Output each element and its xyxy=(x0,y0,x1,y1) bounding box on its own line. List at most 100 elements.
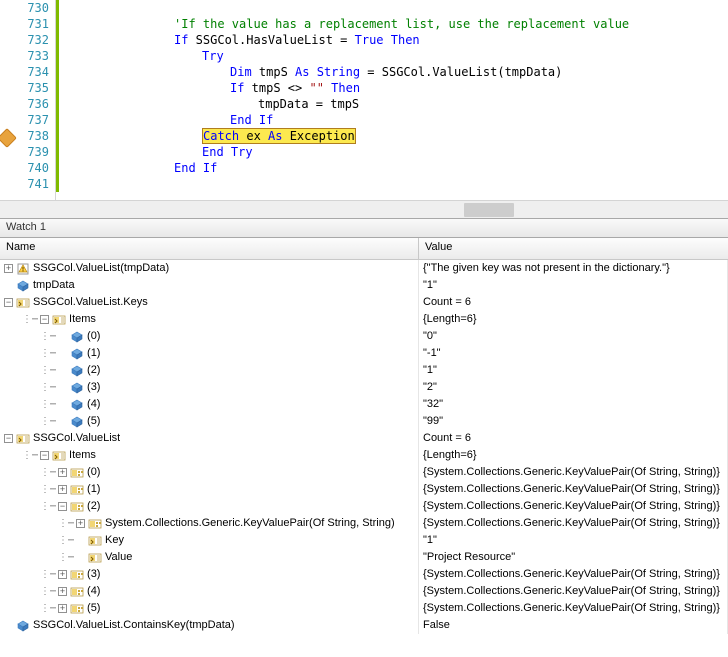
watch-name-cell[interactable]: ⋮⋯Value xyxy=(0,549,419,566)
watch-row[interactable]: ⋮⋯−Items{Length=6} xyxy=(0,311,728,328)
watch-name-cell[interactable]: ⋮⋯(2) xyxy=(0,362,419,379)
scrollbar-thumb[interactable] xyxy=(464,203,514,217)
watch-row[interactable]: ⋮⋯(2)"1" xyxy=(0,362,728,379)
watch-value-cell[interactable]: "1" xyxy=(419,532,728,549)
watch-value-cell[interactable]: "0" xyxy=(419,328,728,345)
watch-name-cell[interactable]: ⋮⋯(0) xyxy=(0,328,419,345)
code-line[interactable]: End Try xyxy=(202,144,253,160)
code-line[interactable]: Dim tmpS As String = SSGCol.ValueList(tm… xyxy=(230,64,562,80)
code-line[interactable]: If tmpS <> "" Then xyxy=(230,80,360,96)
watch-name-cell[interactable]: ⋮⋯+(1) xyxy=(0,481,419,498)
watch-row[interactable]: SSGCol.ValueList.ContainsKey(tmpData)Fal… xyxy=(0,617,728,634)
code-line[interactable]: If SSGCol.HasValueList = True Then xyxy=(174,32,420,48)
watch-name-cell[interactable]: ⋮⋯+(5) xyxy=(0,600,419,617)
watch-value-cell[interactable]: {System.Collections.Generic.KeyValuePair… xyxy=(419,515,728,532)
watch-name-cell[interactable]: −SSGCol.ValueList.Keys xyxy=(0,294,419,311)
watch-name-cell[interactable]: ⋮⋯+(4) xyxy=(0,583,419,600)
watch-item-name: System.Collections.Generic.KeyValuePair(… xyxy=(105,515,395,532)
watch-row[interactable]: ⋮⋯(5)"99" xyxy=(0,413,728,430)
watch-name-cell[interactable]: ⋮⋯+(3) xyxy=(0,566,419,583)
watch-panel-title: Watch 1 xyxy=(0,218,728,238)
watch-name-cell[interactable]: ⋮⋯−Items xyxy=(0,447,419,464)
watch-value-cell[interactable]: {System.Collections.Generic.KeyValuePair… xyxy=(419,566,728,583)
watch-value-cell[interactable]: {Length=6} xyxy=(419,311,728,328)
watch-name-cell[interactable]: ⋮⋯+System.Collections.Generic.KeyValuePa… xyxy=(0,515,419,532)
code-line[interactable]: Try xyxy=(202,48,224,64)
watch-name-cell[interactable]: ⋮⋯(1) xyxy=(0,345,419,362)
collapse-icon[interactable]: − xyxy=(4,434,13,443)
watch-value-cell[interactable]: "-1" xyxy=(419,345,728,362)
watch-row[interactable]: ⋮⋯+(1){System.Collections.Generic.KeyVal… xyxy=(0,481,728,498)
watch-name-cell[interactable]: −SSGCol.ValueList xyxy=(0,430,419,447)
watch-name-cell[interactable]: ⋮⋯(3) xyxy=(0,379,419,396)
watch-value-cell[interactable]: Count = 6 xyxy=(419,430,728,447)
collapse-icon[interactable]: − xyxy=(4,298,13,307)
watch-value-cell[interactable]: "Project Resource" xyxy=(419,549,728,566)
watch-value-cell[interactable]: Count = 6 xyxy=(419,294,728,311)
watch-value-cell[interactable]: {System.Collections.Generic.KeyValuePair… xyxy=(419,481,728,498)
watch-row[interactable]: tmpData"1" xyxy=(0,277,728,294)
breakpoint-marker[interactable] xyxy=(0,128,17,148)
watch-name-cell[interactable]: +SSGCol.ValueList(tmpData) xyxy=(0,260,419,277)
code-line[interactable]: End If xyxy=(230,112,273,128)
horizontal-scrollbar[interactable] xyxy=(0,200,728,218)
property-icon xyxy=(52,449,66,463)
watch-value-cell[interactable]: {"The given key was not present in the d… xyxy=(419,260,728,277)
watch-row[interactable]: −SSGCol.ValueList.KeysCount = 6 xyxy=(0,294,728,311)
watch-value-cell[interactable]: {System.Collections.Generic.KeyValuePair… xyxy=(419,464,728,481)
expand-icon[interactable]: + xyxy=(4,264,13,273)
code-body[interactable]: 'If the value has a replacement list, us… xyxy=(56,0,728,200)
watch-value-cell[interactable]: "99" xyxy=(419,413,728,430)
watch-value-cell[interactable]: {Length=6} xyxy=(419,447,728,464)
watch-value-cell[interactable]: {System.Collections.Generic.KeyValuePair… xyxy=(419,583,728,600)
watch-row[interactable]: ⋮⋯(3)"2" xyxy=(0,379,728,396)
watch-row[interactable]: −SSGCol.ValueListCount = 6 xyxy=(0,430,728,447)
code-line[interactable]: Catch ex As Exception xyxy=(202,128,356,144)
watch-item-name: (0) xyxy=(87,464,100,481)
watch-name-cell[interactable]: ⋮⋯−(2) xyxy=(0,498,419,515)
watch-row[interactable]: ⋮⋯+(0){System.Collections.Generic.KeyVal… xyxy=(0,464,728,481)
watch-value-cell[interactable]: {System.Collections.Generic.KeyValuePair… xyxy=(419,498,728,515)
expand-icon[interactable]: + xyxy=(58,485,67,494)
collapse-icon[interactable]: − xyxy=(40,315,49,324)
watch-value-cell[interactable]: False xyxy=(419,617,728,634)
code-line[interactable]: tmpData = tmpS xyxy=(258,96,359,112)
watch-row[interactable]: ⋮⋯(0)"0" xyxy=(0,328,728,345)
code-line[interactable]: 'If the value has a replacement list, us… xyxy=(174,16,629,32)
watch-row[interactable]: ⋮⋯+(5){System.Collections.Generic.KeyVal… xyxy=(0,600,728,617)
watch-name-cell[interactable]: SSGCol.ValueList.ContainsKey(tmpData) xyxy=(0,617,419,634)
collapse-icon[interactable]: − xyxy=(40,451,49,460)
watch-name-cell[interactable]: ⋮⋯(5) xyxy=(0,413,419,430)
watch-row[interactable]: ⋮⋯Key"1" xyxy=(0,532,728,549)
watch-value-cell[interactable]: {System.Collections.Generic.KeyValuePair… xyxy=(419,600,728,617)
column-header-value[interactable]: Value xyxy=(419,238,728,259)
watch-name-cell[interactable]: ⋮⋯+(0) xyxy=(0,464,419,481)
watch-name-cell[interactable]: tmpData xyxy=(0,277,419,294)
watch-row[interactable]: ⋮⋯+(3){System.Collections.Generic.KeyVal… xyxy=(0,566,728,583)
watch-row[interactable]: ⋮⋯−Items{Length=6} xyxy=(0,447,728,464)
watch-tree[interactable]: +SSGCol.ValueList(tmpData){"The given ke… xyxy=(0,260,728,657)
watch-name-cell[interactable]: ⋮⋯(4) xyxy=(0,396,419,413)
code-line[interactable]: End If xyxy=(174,160,217,176)
watch-row[interactable]: ⋮⋯−(2){System.Collections.Generic.KeyVal… xyxy=(0,498,728,515)
expand-icon[interactable]: + xyxy=(58,587,67,596)
code-editor[interactable]: 730731732733734735736737738739740741 'If… xyxy=(0,0,728,200)
watch-row[interactable]: +SSGCol.ValueList(tmpData){"The given ke… xyxy=(0,260,728,277)
watch-value-cell[interactable]: "32" xyxy=(419,396,728,413)
watch-value-cell[interactable]: "1" xyxy=(419,362,728,379)
expand-icon[interactable]: + xyxy=(58,468,67,477)
watch-value-cell[interactable]: "2" xyxy=(419,379,728,396)
expand-icon[interactable]: + xyxy=(58,570,67,579)
watch-row[interactable]: ⋮⋯(1)"-1" xyxy=(0,345,728,362)
watch-row[interactable]: ⋮⋯+System.Collections.Generic.KeyValuePa… xyxy=(0,515,728,532)
collapse-icon[interactable]: − xyxy=(58,502,67,511)
watch-name-cell[interactable]: ⋮⋯Key xyxy=(0,532,419,549)
watch-name-cell[interactable]: ⋮⋯−Items xyxy=(0,311,419,328)
watch-value-cell[interactable]: "1" xyxy=(419,277,728,294)
watch-row[interactable]: ⋮⋯Value"Project Resource" xyxy=(0,549,728,566)
expand-icon[interactable]: + xyxy=(76,519,85,528)
expand-icon[interactable]: + xyxy=(58,604,67,613)
column-header-name[interactable]: Name xyxy=(0,238,419,259)
watch-row[interactable]: ⋮⋯(4)"32" xyxy=(0,396,728,413)
watch-row[interactable]: ⋮⋯+(4){System.Collections.Generic.KeyVal… xyxy=(0,583,728,600)
